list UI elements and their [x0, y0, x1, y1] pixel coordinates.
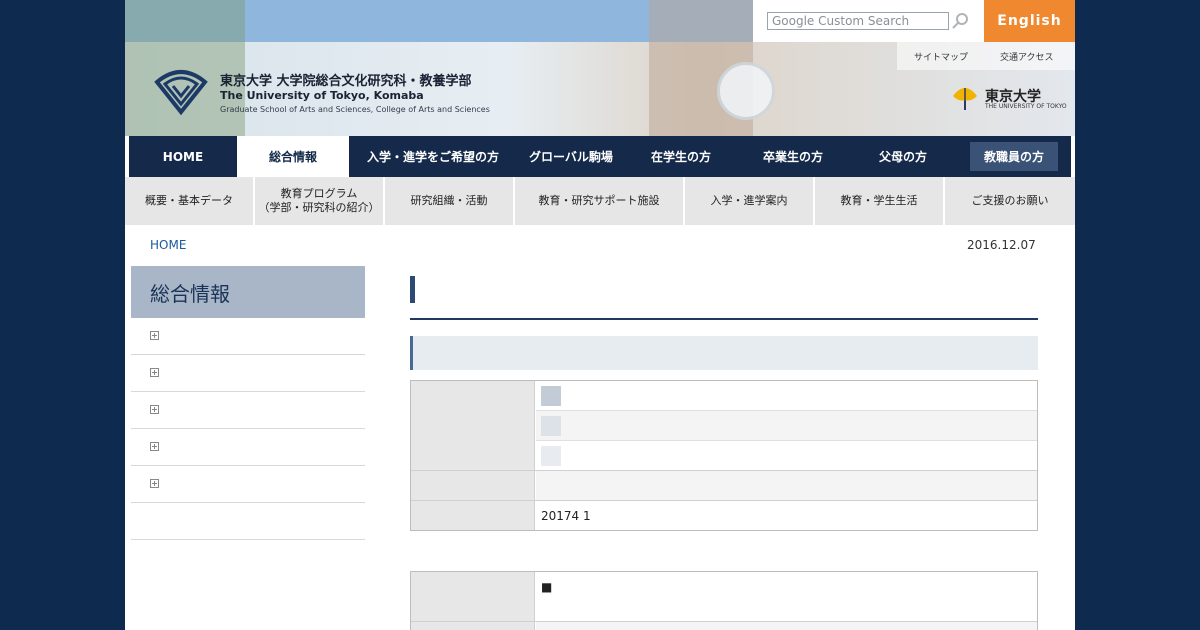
- table-header-cell: [411, 572, 535, 621]
- subnav-education-programs[interactable]: 教育プログラム （学部・研究科の紹介）: [255, 177, 385, 225]
- access-link[interactable]: 交通アクセス: [1000, 50, 1054, 63]
- sidebar-item[interactable]: [131, 503, 365, 540]
- header: 東京大学 大学院総合文化研究科・教養学部 The University of T…: [125, 0, 1075, 136]
- page-heading-underline: [410, 318, 1038, 320]
- table-cell: [536, 622, 1037, 630]
- breadcrumb-home[interactable]: HOME: [150, 238, 186, 252]
- nav-parents[interactable]: 父母の方: [849, 136, 957, 177]
- search-icon[interactable]: [951, 12, 969, 30]
- color-swatch: [541, 446, 561, 466]
- nav-general-info[interactable]: 総合情報: [237, 136, 349, 177]
- table-row: [411, 622, 1037, 630]
- subnav-support[interactable]: ご支援のお願い: [945, 177, 1075, 225]
- page-heading-marker: [410, 276, 415, 303]
- page-date: 2016.12.07: [967, 238, 1036, 252]
- table-date-value: 20174 1: [541, 509, 591, 523]
- clock-icon: [717, 62, 775, 120]
- table-header-cell: [411, 471, 535, 500]
- table-cell: ■: [536, 572, 1037, 621]
- expand-icon[interactable]: [150, 331, 159, 340]
- sidebar-item[interactable]: [131, 466, 365, 503]
- komaba-logo-icon[interactable]: [153, 66, 209, 116]
- bullet-marker: ■: [541, 580, 553, 594]
- sidebar-item[interactable]: [131, 392, 365, 429]
- table-subrow: [536, 441, 1037, 471]
- sidebar-item[interactable]: [131, 318, 365, 355]
- sidebar-item[interactable]: [131, 429, 365, 466]
- table-subrow: [536, 381, 1037, 411]
- info-table-2: ■: [410, 571, 1038, 630]
- table-cell: [536, 381, 1037, 470]
- site-title-jp[interactable]: 東京大学 大学院総合文化研究科・教養学部: [220, 70, 472, 89]
- sidebar-item[interactable]: [131, 355, 365, 392]
- site-subtitle: Graduate School of Arts and Sciences, Co…: [220, 105, 490, 114]
- nav-home[interactable]: HOME: [129, 136, 237, 177]
- search-input[interactable]: Google Custom Search: [767, 12, 949, 30]
- english-button[interactable]: English: [984, 0, 1075, 42]
- nav-faculty[interactable]: 教職員の方: [957, 136, 1071, 177]
- site-title-en[interactable]: The University of Tokyo, Komaba: [220, 89, 424, 102]
- subnav-research[interactable]: 研究組織・活動: [385, 177, 515, 225]
- subnav-student-life[interactable]: 教育・学生生活: [815, 177, 945, 225]
- expand-icon[interactable]: [150, 405, 159, 414]
- expand-icon[interactable]: [150, 479, 159, 488]
- ginkgo-icon: [953, 88, 977, 110]
- nav-admissions[interactable]: 入学・進学をご希望の方: [349, 136, 517, 177]
- sidebar-title[interactable]: 総合情報: [131, 266, 365, 318]
- table-header-cell: [411, 381, 535, 470]
- univ-logo-sub: THE UNIVERSITY OF TOKYO: [985, 103, 1067, 110]
- sitemap-link[interactable]: サイトマップ: [914, 50, 968, 63]
- table-row: [411, 471, 1037, 501]
- table-cell: [536, 471, 1037, 500]
- expand-icon[interactable]: [150, 368, 159, 377]
- table-header-cell: [411, 622, 535, 630]
- section-heading: [410, 336, 1038, 370]
- table-row: [411, 381, 1037, 471]
- nav-global[interactable]: グローバル駒場: [517, 136, 625, 177]
- nav-alumni[interactable]: 卒業生の方: [737, 136, 849, 177]
- main-nav: HOME 総合情報 入学・進学をご希望の方 グローバル駒場 在学生の方 卒業生の…: [129, 136, 1071, 177]
- table-header-cell: [411, 501, 535, 530]
- table-subrow: [536, 411, 1037, 441]
- section-heading-marker: [410, 336, 413, 370]
- subnav-facilities[interactable]: 教育・研究サポート施設: [515, 177, 685, 225]
- info-table: 20174 1: [410, 380, 1038, 531]
- sub-nav: 概要・基本データ 教育プログラム （学部・研究科の紹介） 研究組織・活動 教育・…: [125, 177, 1075, 225]
- page: 東京大学 大学院総合文化研究科・教養学部 The University of T…: [125, 0, 1075, 630]
- expand-icon[interactable]: [150, 442, 159, 451]
- table-row: ■: [411, 572, 1037, 622]
- color-swatch: [541, 386, 561, 406]
- table-cell: 20174 1: [536, 501, 1037, 530]
- subnav-overview[interactable]: 概要・基本データ: [125, 177, 255, 225]
- color-swatch: [541, 416, 561, 436]
- table-row: 20174 1: [411, 501, 1037, 530]
- nav-students[interactable]: 在学生の方: [625, 136, 737, 177]
- subnav-admission-guide[interactable]: 入学・進学案内: [685, 177, 815, 225]
